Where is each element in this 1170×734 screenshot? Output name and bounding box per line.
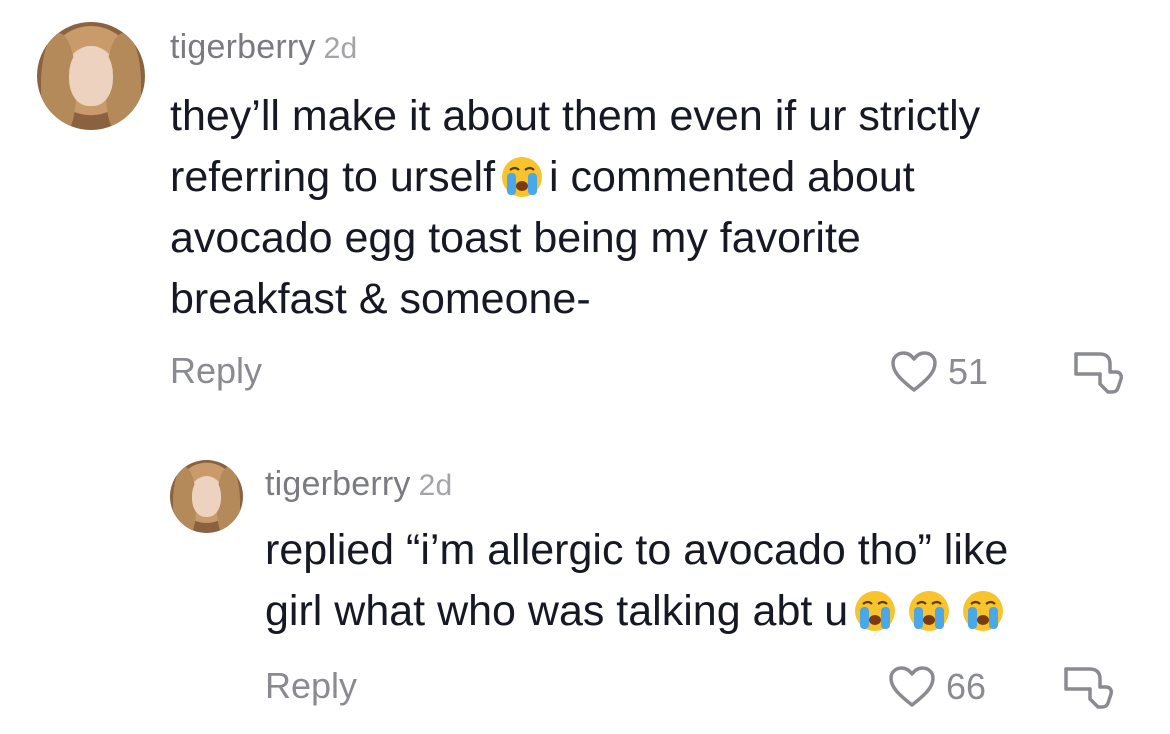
crying-face-emoji-icon bbox=[852, 587, 898, 633]
crying-face-emoji-icon bbox=[499, 153, 545, 199]
comment-text: they’ll make it about them even if ur st… bbox=[170, 86, 980, 330]
comment-line: they’ll make it about them even if ur st… bbox=[170, 92, 981, 140]
comment-line-segment: girl what who was talking abt u bbox=[265, 587, 849, 635]
thumbs-down-icon[interactable] bbox=[1070, 348, 1126, 396]
like-button[interactable]: 66 bbox=[888, 665, 986, 709]
comment-line: referring to urself i commented about bbox=[170, 147, 980, 208]
like-count: 51 bbox=[948, 351, 989, 392]
timestamp: 2d bbox=[323, 32, 358, 65]
thumbs-down-icon[interactable] bbox=[1060, 663, 1116, 711]
comment-author[interactable]: tigerberry 2d bbox=[170, 28, 357, 67]
comment-line: breakfast & someone- bbox=[170, 275, 591, 323]
heart-icon[interactable] bbox=[890, 350, 938, 394]
crying-face-emoji-icon bbox=[906, 587, 952, 633]
comment-text: replied “i’m allergic to avocado tho” li… bbox=[265, 520, 1010, 642]
like-count: 66 bbox=[946, 666, 987, 707]
timestamp: 2d bbox=[418, 469, 453, 502]
reply-button[interactable]: Reply bbox=[170, 350, 262, 392]
comment-line: girl what who was talking abt u bbox=[265, 581, 1010, 642]
username[interactable]: tigerberry bbox=[265, 465, 411, 503]
heart-icon[interactable] bbox=[888, 665, 936, 709]
avatar[interactable] bbox=[170, 460, 243, 533]
comment-author[interactable]: tigerberry 2d bbox=[265, 465, 452, 504]
comment-line: replied “i’m allergic to avocado tho” li… bbox=[265, 526, 1009, 574]
username[interactable]: tigerberry bbox=[170, 28, 316, 66]
comment-line-segment: i commented about bbox=[549, 153, 915, 201]
reply-button[interactable]: Reply bbox=[265, 665, 357, 707]
comment-line: avocado egg toast being my favorite bbox=[170, 214, 861, 262]
like-button[interactable]: 51 bbox=[890, 350, 988, 394]
avatar[interactable] bbox=[37, 22, 145, 130]
crying-face-emoji-icon bbox=[960, 587, 1006, 633]
comment-line-segment: referring to urself bbox=[170, 153, 496, 201]
